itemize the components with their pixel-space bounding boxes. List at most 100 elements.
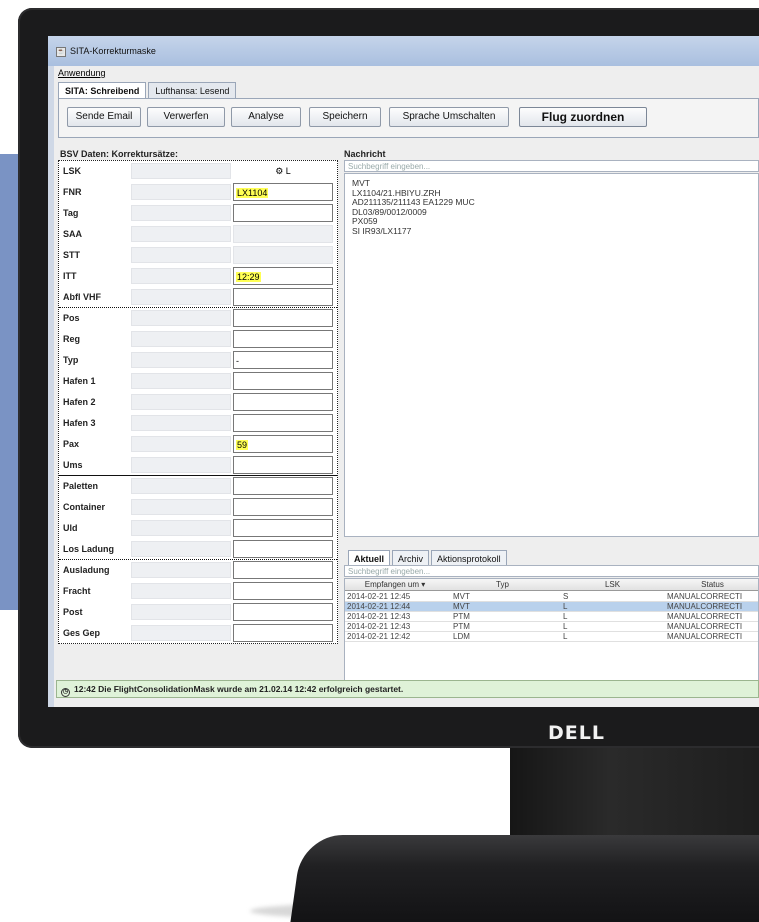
original-value-cell (131, 184, 231, 200)
table-search-input[interactable]: Suchbegriff eingeben... (344, 565, 759, 577)
photo-stage: DELL ☕ SITA-Korrekturmaske Anwendung SIT… (0, 0, 759, 922)
original-value-cell (131, 562, 231, 578)
correction-input[interactable] (233, 561, 333, 579)
form-row-label: Container (63, 502, 106, 512)
correction-input[interactable] (233, 372, 333, 390)
form-row: LSK ⚙ L (59, 161, 337, 181)
original-value-cell (131, 289, 231, 305)
correction-input[interactable] (233, 456, 333, 474)
message-text-area[interactable]: MVT LX1104/21.HBIYU.ZRH AD211135/211143 EA… (344, 173, 759, 537)
clock-icon: ◷ (61, 688, 70, 697)
column-header-type[interactable]: Typ (445, 580, 560, 589)
correction-input[interactable] (233, 204, 333, 222)
correction-input[interactable] (233, 393, 333, 411)
correction-input[interactable]: LX1104 (233, 183, 333, 201)
table-cell-time: 2014-02-21 12:42 (347, 632, 411, 641)
column-header-lsk[interactable]: LSK (560, 580, 665, 589)
correction-input[interactable] (233, 624, 333, 642)
table-cell-typ: PTM (453, 622, 470, 631)
monitor-stand-neck (510, 747, 759, 847)
original-value-cell (131, 163, 231, 179)
table-row[interactable]: 2014-02-21 12:45 MVT S MANUALCORRECTI (345, 592, 758, 602)
original-value-cell (131, 331, 231, 347)
tab-aktuell[interactable]: Aktuell (348, 550, 391, 566)
form-row-label: Post (63, 607, 83, 617)
tab-aktionsprotokoll[interactable]: Aktionsprotokoll (431, 550, 507, 566)
correction-input[interactable] (233, 582, 333, 600)
table-cell-status: MANUALCORRECTI (667, 632, 743, 641)
analyse-button[interactable]: Analyse (231, 107, 301, 127)
table-cell-lsk: L (563, 622, 568, 631)
form-row: SAA (59, 224, 337, 244)
monitor-stand-base (290, 835, 759, 922)
table-header: Empfangen um ▾ Typ LSK Status (345, 579, 758, 591)
form-row-label: Reg (63, 334, 81, 344)
form-row: ITT 12:29 (59, 266, 337, 286)
original-value-cell (131, 625, 231, 641)
correction-input[interactable] (233, 330, 333, 348)
correction-input[interactable] (233, 498, 333, 516)
form-row: Typ - (59, 350, 337, 370)
message-line: SI IR93/LX1177 (352, 225, 412, 236)
messages-table: Empfangen um ▾ Typ LSK Status 2014-02-21… (344, 578, 759, 688)
discard-button[interactable]: Verwerfen (147, 107, 225, 127)
form-row-label: Ges Gep (63, 628, 101, 638)
form-row-label: Paletten (63, 481, 99, 491)
original-value-cell (131, 247, 231, 263)
tab-sita-schreibend[interactable]: SITA: Schreibend (58, 82, 147, 98)
tab-lufthansa-lesend[interactable]: Lufthansa: Lesend (148, 82, 237, 98)
switch-language-button[interactable]: Sprache Umschalten (389, 107, 509, 127)
form-row-label: Hafen 3 (63, 418, 96, 428)
correction-input[interactable]: 59 (233, 435, 333, 453)
status-bar: ◷ 12:42 Die FlightConsolidationMask wurde… (56, 680, 759, 698)
table-cell-time: 2014-02-21 12:43 (347, 612, 411, 621)
form-row: Ges Gep (59, 623, 337, 643)
correction-input[interactable] (233, 414, 333, 432)
menu-item-anwendung[interactable]: Anwendung (58, 68, 106, 78)
original-value-cell (131, 352, 231, 368)
correction-input[interactable] (233, 309, 333, 327)
tab-archiv[interactable]: Archiv (392, 550, 430, 566)
table-row[interactable]: 2014-02-21 12:42 LDM L MANUALCORRECTI (345, 632, 758, 642)
correction-input[interactable] (233, 477, 333, 495)
correction-input (233, 225, 333, 243)
save-button[interactable]: Speichern (309, 107, 381, 127)
main-tabs: SITA: Schreibend Lufthansa: Lesend (58, 82, 238, 98)
table-cell-status: MANUALCORRECTI (667, 602, 743, 611)
assign-flight-button[interactable]: Flug zuordnen (519, 107, 647, 127)
send-email-button[interactable]: Sende Email (67, 107, 141, 127)
table-row[interactable]: 2014-02-21 12:43 PTM L MANUALCORRECTI (345, 612, 758, 622)
table-row[interactable]: 2014-02-21 12:44 MVT L MANUALCORRECTI (345, 602, 758, 612)
table-cell-status: MANUALCORRECTI (667, 622, 743, 631)
original-value-cell (131, 478, 231, 494)
form-row: FNR LX1104 (59, 182, 337, 202)
correction-value: 59 (236, 440, 249, 450)
window-titlebar[interactable]: ☕ SITA-Korrekturmaske (48, 36, 759, 66)
left-panel-header: BSV Daten: Korrektursätze: (60, 149, 179, 159)
form-row: Paletten (59, 476, 337, 496)
original-value-cell (131, 457, 231, 473)
table-cell-lsk: L (563, 602, 568, 611)
original-value-cell (131, 541, 231, 557)
correction-input[interactable]: 12:29 (233, 267, 333, 285)
column-header-received[interactable]: Empfangen um ▾ (345, 580, 445, 589)
message-search-input[interactable]: Suchbegriff eingeben... (344, 160, 759, 172)
table-row[interactable]: 2014-02-21 12:43 PTM L MANUALCORRECTI (345, 622, 758, 632)
original-value-cell (131, 415, 231, 431)
correction-input[interactable] (233, 288, 333, 306)
form-row: STT (59, 245, 337, 265)
original-value-cell (131, 205, 231, 221)
correction-column-label: L (285, 166, 291, 176)
form-row: Pax 59 (59, 434, 337, 454)
correction-input[interactable]: - (233, 351, 333, 369)
form-row: Hafen 2 (59, 392, 337, 412)
correction-input[interactable] (233, 603, 333, 621)
column-header-status[interactable]: Status (665, 580, 758, 589)
app-window: Anwendung SITA: Schreibend Lufthansa: Le… (54, 66, 759, 707)
form-row-label: LSK (63, 166, 81, 176)
table-cell-time: 2014-02-21 12:43 (347, 622, 411, 631)
form-row-label: Los Ladung (63, 544, 114, 554)
correction-input[interactable] (233, 540, 333, 558)
table-cell-time: 2014-02-21 12:45 (347, 592, 411, 601)
correction-input[interactable] (233, 519, 333, 537)
